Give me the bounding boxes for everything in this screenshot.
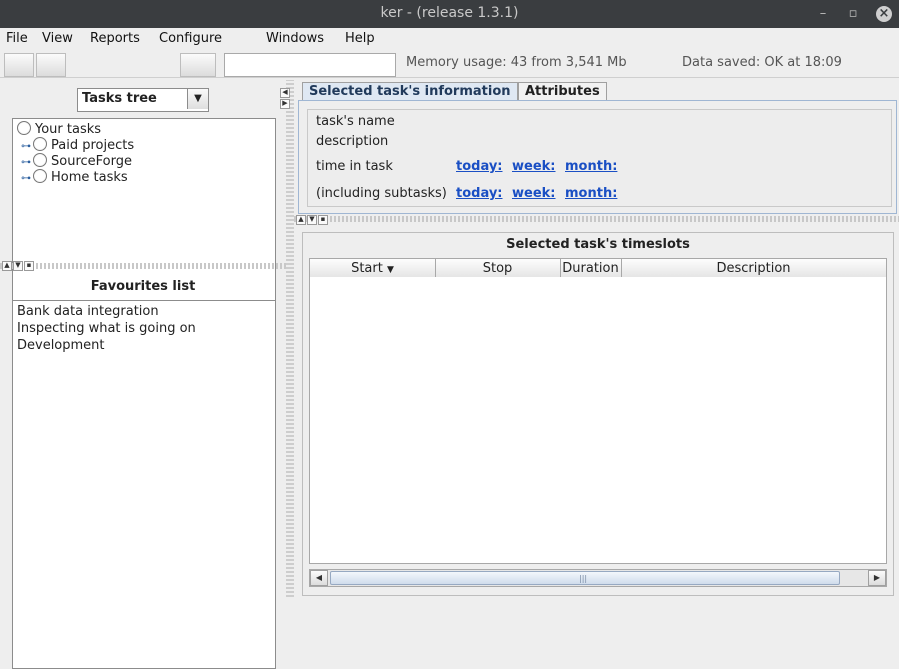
scroll-left-button[interactable]: ◀ [310, 570, 328, 586]
menu-reports[interactable]: Reports [90, 30, 140, 48]
clock-icon [33, 169, 47, 183]
expand-icon[interactable]: ⊶ [21, 171, 33, 187]
tree-selector-combo[interactable]: Tasks tree ▼ [77, 88, 209, 112]
menu-bar: File View Reports Configure Windows Help [0, 28, 899, 50]
tree-node-label: SourceForge [51, 154, 132, 169]
subtasks-week-link[interactable]: week: [512, 186, 556, 201]
time-week-link[interactable]: week: [512, 159, 556, 174]
menu-configure[interactable]: Configure [159, 30, 222, 48]
including-subtasks-label: (including subtasks) [316, 186, 447, 201]
tree-node-sourceforge[interactable]: ⊶ SourceForge [21, 153, 132, 169]
timeslots-table-body[interactable] [309, 277, 887, 564]
subtasks-today-link[interactable]: today: [456, 186, 503, 201]
tab-attributes[interactable]: Attributes [518, 82, 607, 101]
clock-icon [33, 153, 47, 167]
title-bar: ker - (release 1.3.1) – ▫ × [0, 0, 899, 28]
tree-selector-value: Tasks tree [82, 91, 157, 106]
left-panel: Tasks tree ▼ Your tasks ⊶ Paid projects ⊶… [0, 80, 286, 669]
column-header-start-label: Start [351, 261, 383, 276]
vertical-splitter[interactable]: ◀ ▶ [280, 80, 294, 597]
description-label: description [316, 134, 389, 149]
column-header-stop[interactable]: Stop [435, 259, 561, 278]
column-header-duration[interactable]: Duration [560, 259, 622, 278]
task-info-inner: task's name description time in task tod… [307, 109, 892, 207]
subtasks-month-link[interactable]: month: [565, 186, 617, 201]
toolbar-start-button[interactable] [4, 53, 34, 77]
timeslots-panel: Selected task's timeslots Start ▼ Stop D… [302, 232, 894, 596]
close-icon[interactable]: × [876, 6, 892, 22]
tree-root-label: Your tasks [35, 122, 102, 137]
right-horizontal-splitter[interactable] [294, 216, 899, 222]
tab-selected-task-information[interactable]: Selected task's information [302, 82, 518, 101]
splitter-restore-icon[interactable]: ▪ [318, 215, 328, 225]
timeslots-table-header: Start ▼ Stop Duration Description [309, 258, 887, 279]
grip-icon: ||| [579, 574, 588, 583]
time-month-link[interactable]: month: [565, 159, 617, 174]
menu-windows[interactable]: Windows [266, 30, 324, 48]
toolbar-filter-button[interactable] [180, 53, 216, 77]
task-name-label: task's name [316, 114, 395, 129]
column-header-description[interactable]: Description [621, 259, 886, 278]
splitter-expand-right-icon[interactable]: ▶ [280, 99, 290, 109]
tree-node-home-tasks[interactable]: ⊶ Home tasks [21, 169, 128, 185]
toolbar-stop-button[interactable] [36, 53, 66, 77]
tree-node-paid-projects[interactable]: ⊶ Paid projects [21, 137, 134, 153]
restore-icon[interactable]: ▫ [845, 6, 861, 22]
chevron-down-icon[interactable]: ▼ [187, 89, 208, 109]
right-panel: Selected task's information Attributes t… [294, 80, 899, 597]
left-horizontal-splitter[interactable] [0, 263, 286, 269]
list-item[interactable]: Inspecting what is going on [17, 320, 196, 337]
time-in-task-label: time in task [316, 159, 393, 174]
tree-node-label: Paid projects [51, 138, 135, 153]
clock-icon [33, 137, 47, 151]
list-item[interactable]: Development [17, 337, 105, 354]
favourites-list[interactable]: Bank data integration Inspecting what is… [12, 300, 276, 669]
favourites-title: Favourites list [90, 279, 196, 294]
clock-icon [17, 121, 31, 135]
splitter-restore-icon[interactable]: ▪ [24, 261, 34, 271]
scroll-thumb[interactable]: ||| [330, 571, 840, 585]
splitter-expand-down-icon[interactable]: ▼ [13, 261, 23, 271]
splitter-collapse-left-icon[interactable]: ◀ [280, 88, 290, 98]
splitter-collapse-up-icon[interactable]: ▲ [2, 261, 12, 271]
splitter-collapse-up-icon[interactable]: ▲ [296, 215, 306, 225]
toolbar: Memory usage: 43 from 3,541 Mb Data save… [0, 50, 899, 78]
tree-node-label: Home tasks [51, 170, 128, 185]
window-title: ker - (release 1.3.1) [380, 5, 519, 21]
splitter-expand-down-icon[interactable]: ▼ [307, 215, 317, 225]
minimize-icon[interactable]: – [815, 6, 831, 22]
data-saved-status: Data saved: OK at 18:09 [682, 55, 842, 70]
horizontal-scroll-bar[interactable]: ◀ ||| ▶ [309, 569, 887, 587]
time-today-link[interactable]: today: [456, 159, 503, 174]
column-header-start[interactable]: Start ▼ [310, 259, 436, 278]
list-item[interactable]: Bank data integration [17, 303, 159, 320]
menu-view[interactable]: View [42, 30, 73, 48]
menu-help[interactable]: Help [345, 30, 375, 48]
timeslots-title: Selected task's timeslots [506, 237, 690, 252]
scroll-right-button[interactable]: ▶ [868, 570, 886, 586]
filter-text-field[interactable] [224, 53, 396, 77]
task-info-panel: task's name description time in task tod… [298, 100, 897, 214]
tree-root[interactable]: Your tasks [17, 121, 101, 137]
menu-file[interactable]: File [6, 30, 28, 48]
sort-desc-icon: ▼ [386, 265, 394, 275]
memory-usage-text: Memory usage: 43 from 3,541 Mb [406, 55, 627, 70]
